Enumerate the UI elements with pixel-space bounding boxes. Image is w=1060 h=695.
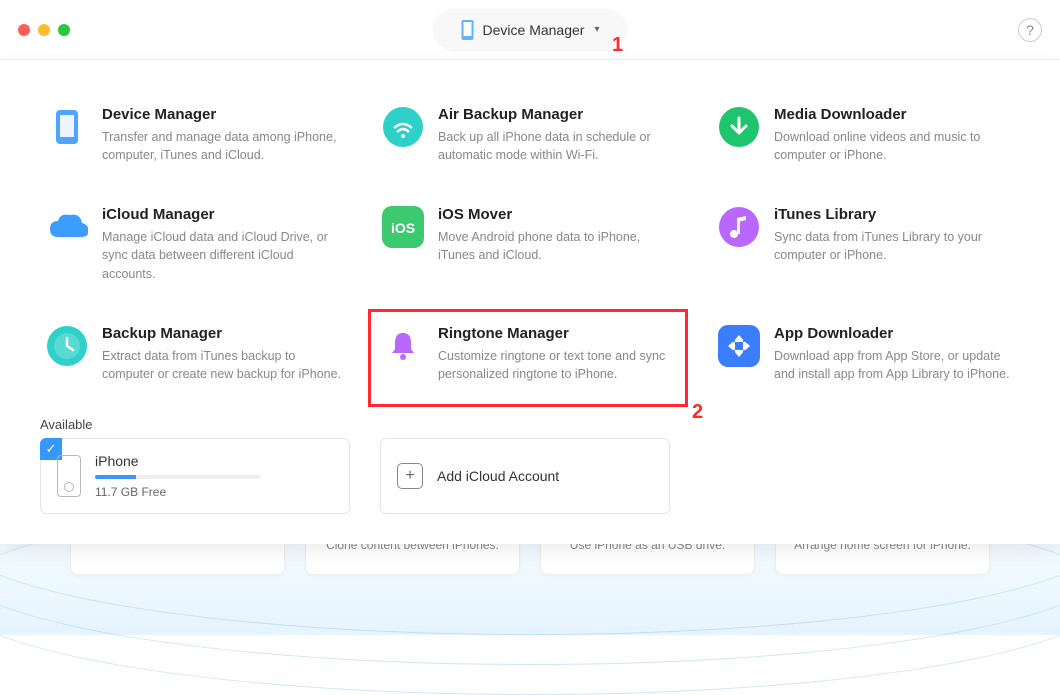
- menu-item-ios-mover[interactable]: iOS iOS Mover Move Android phone data to…: [376, 200, 684, 288]
- menu-item-app-downloader[interactable]: App Downloader Download app from App Sto…: [712, 319, 1020, 389]
- download-icon: [718, 106, 760, 148]
- svg-text:iOS: iOS: [391, 220, 415, 236]
- minimize-window-button[interactable]: [38, 24, 50, 36]
- phone-icon: [461, 19, 475, 41]
- menu-item-title: Backup Manager: [102, 325, 342, 342]
- menu-item-ringtone-manager[interactable]: Ringtone Manager Customize ringtone or t…: [376, 319, 684, 389]
- add-icloud-label: Add iCloud Account: [437, 468, 559, 484]
- wifi-icon: [382, 106, 424, 148]
- help-button[interactable]: ?: [1018, 18, 1042, 42]
- menu-item-desc: Back up all iPhone data in schedule or a…: [438, 128, 678, 164]
- feature-grid: Device Manager Transfer and manage data …: [40, 100, 1020, 389]
- menu-item-desc: Download app from App Store, or update a…: [774, 347, 1014, 383]
- phone-outline-icon: [57, 455, 81, 497]
- device-manager-dropdown[interactable]: Device Manager ▾: [433, 9, 628, 51]
- menu-item-title: Ringtone Manager: [438, 325, 678, 342]
- available-label: Available: [40, 417, 1020, 432]
- close-window-button[interactable]: [18, 24, 30, 36]
- window-controls: [18, 24, 70, 36]
- phone-icon: [46, 106, 88, 148]
- device-card-iphone[interactable]: ✓ iPhone 11.7 GB Free: [40, 438, 350, 514]
- menu-item-desc: Download online videos and music to comp…: [774, 128, 1014, 164]
- menu-item-device-manager[interactable]: Device Manager Transfer and manage data …: [40, 100, 348, 170]
- storage-bar: [95, 475, 260, 479]
- maximize-window-button[interactable]: [58, 24, 70, 36]
- dropdown-menu-overlay: Device Manager Transfer and manage data …: [0, 60, 1060, 544]
- menu-item-media-downloader[interactable]: Media Downloader Download online videos …: [712, 100, 1020, 170]
- menu-item-title: Device Manager: [102, 106, 342, 123]
- menu-item-title: iTunes Library: [774, 206, 1014, 223]
- titlebar: Device Manager ▾ 1 ?: [0, 0, 1060, 60]
- menu-item-desc: Transfer and manage data among iPhone, c…: [102, 128, 342, 164]
- annotation-2: 2: [692, 401, 703, 424]
- menu-item-title: iCloud Manager: [102, 206, 342, 223]
- menu-item-icloud-manager[interactable]: iCloud Manager Manage iCloud data and iC…: [40, 200, 348, 288]
- menu-item-title: App Downloader: [774, 325, 1014, 342]
- plus-icon: +: [397, 463, 423, 489]
- menu-item-title: Media Downloader: [774, 106, 1014, 123]
- menu-item-desc: Manage iCloud data and iCloud Drive, or …: [102, 228, 342, 282]
- annotation-1: 1: [612, 34, 623, 57]
- storage-free-text: 11.7 GB Free: [95, 485, 333, 499]
- menu-item-itunes-library[interactable]: iTunes Library Sync data from iTunes Lib…: [712, 200, 1020, 288]
- menu-item-air-backup-manager[interactable]: Air Backup Manager Back up all iPhone da…: [376, 100, 684, 170]
- app-icon: [718, 325, 760, 367]
- bell-icon: [382, 325, 424, 367]
- device-name: iPhone: [95, 453, 333, 469]
- menu-item-desc: Move Android phone data to iPhone, iTune…: [438, 228, 678, 264]
- menu-item-desc: Extract data from iTunes backup to compu…: [102, 347, 342, 383]
- clock-icon: [46, 325, 88, 367]
- menu-item-desc: Sync data from iTunes Library to your co…: [774, 228, 1014, 264]
- menu-item-desc: Customize ringtone or text tone and sync…: [438, 347, 678, 383]
- cloud-icon: [46, 206, 88, 248]
- available-section: Available ✓ iPhone 11.7 GB Free + Add iC…: [40, 417, 1020, 514]
- chevron-down-icon: ▾: [594, 24, 599, 35]
- dropdown-label: Device Manager: [483, 22, 585, 38]
- menu-item-title: Air Backup Manager: [438, 106, 678, 123]
- ios-icon: iOS: [382, 206, 424, 248]
- menu-item-title: iOS Mover: [438, 206, 678, 223]
- menu-item-backup-manager[interactable]: Backup Manager Extract data from iTunes …: [40, 319, 348, 389]
- add-icloud-account-button[interactable]: + Add iCloud Account: [380, 438, 670, 514]
- note-icon: [718, 206, 760, 248]
